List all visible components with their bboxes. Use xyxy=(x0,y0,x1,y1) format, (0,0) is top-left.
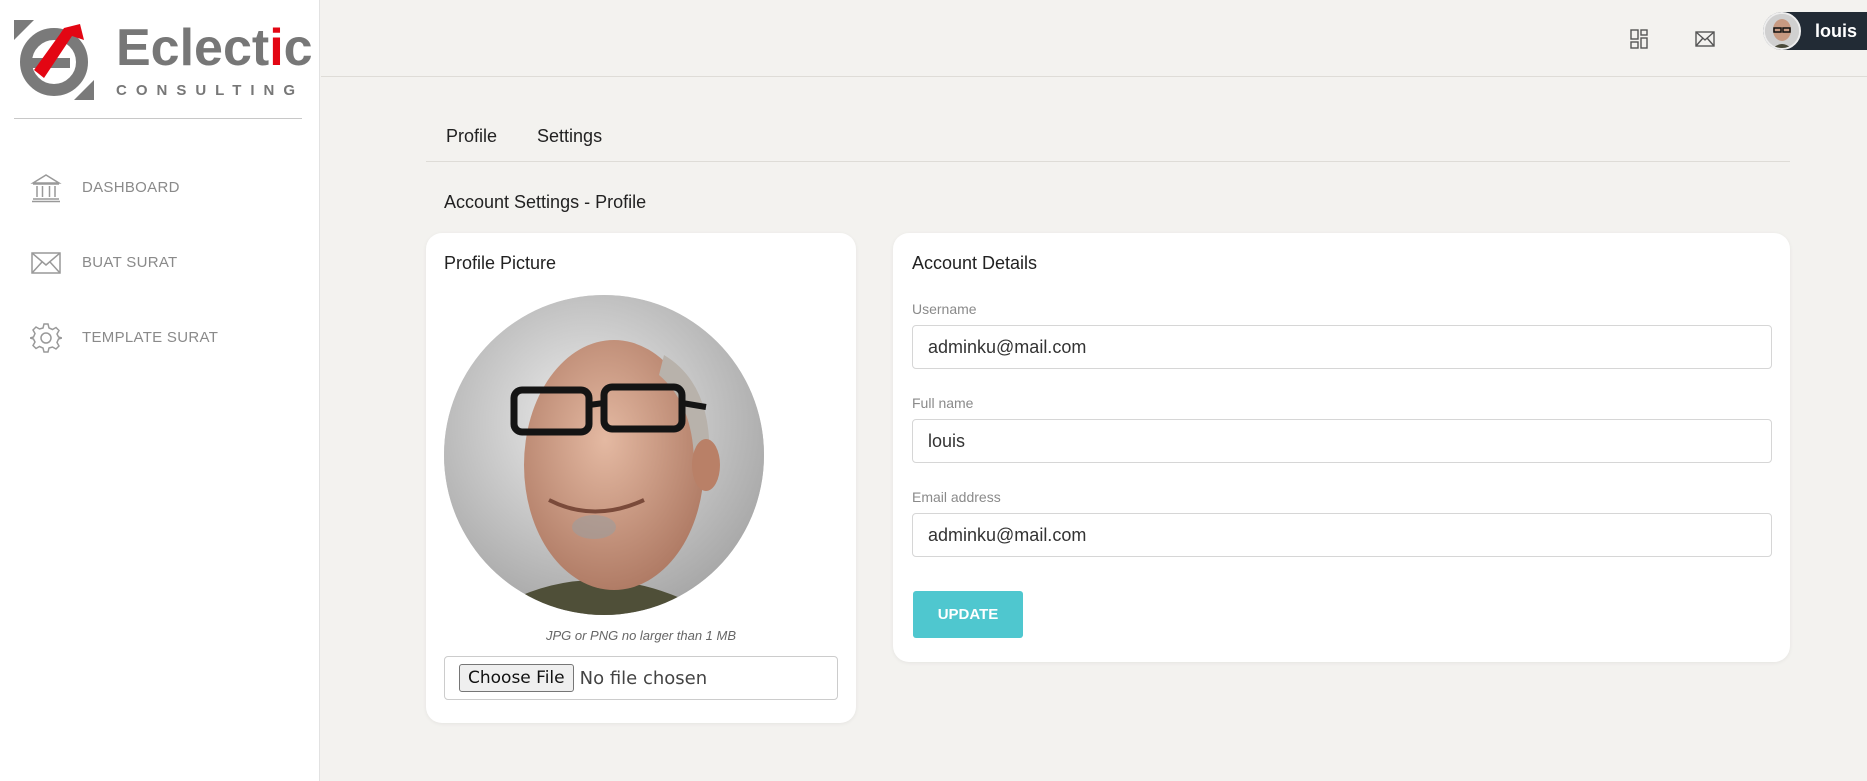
user-menu[interactable]: louis xyxy=(1763,12,1867,50)
email-label: Email address xyxy=(912,489,1001,505)
full-name-field[interactable] xyxy=(912,419,1772,463)
sidebar-nav: DASHBOARD BUAT SURAT TEMPLATE SURAT xyxy=(0,150,320,375)
account-tabs: Profile Settings xyxy=(426,122,1790,162)
sidebar-item-dashboard[interactable]: DASHBOARD xyxy=(0,150,320,225)
card-title: Profile Picture xyxy=(444,253,557,273)
mail-icon xyxy=(30,247,62,279)
file-status-text: No file chosen xyxy=(579,667,708,689)
sidebar-item-template-surat[interactable]: TEMPLATE SURAT xyxy=(0,300,320,375)
username-label: Username xyxy=(912,301,977,317)
logo-mark-icon xyxy=(14,20,94,100)
update-button[interactable]: UPDATE xyxy=(913,591,1023,638)
sidebar-item-label: TEMPLATE SURAT xyxy=(82,329,219,346)
sidebar-divider xyxy=(14,118,302,119)
brand-name: Eclectic xyxy=(116,18,313,77)
bank-icon xyxy=(30,172,62,204)
full-name-label: Full name xyxy=(912,395,974,411)
user-name: louis xyxy=(1815,20,1858,41)
tab-profile[interactable]: Profile xyxy=(426,122,517,160)
sidebar: Eclectic CONSULTING DASHBOARD BUAT SURAT… xyxy=(0,0,320,781)
choose-file-button[interactable]: Choose File xyxy=(459,664,574,692)
email-field[interactable] xyxy=(912,513,1772,557)
profile-picture-file-input[interactable]: Choose File No file chosen xyxy=(444,656,838,700)
tab-settings[interactable]: Settings xyxy=(517,122,622,160)
profile-picture-card: Profile Picture JPG or PNG no larger tha… xyxy=(426,233,856,723)
username-field[interactable] xyxy=(912,325,1772,369)
envelope-icon[interactable] xyxy=(1693,27,1717,51)
upload-hint: JPG or PNG no larger than 1 MB xyxy=(545,628,737,643)
sidebar-item-label: DASHBOARD xyxy=(82,179,180,196)
gear-icon xyxy=(30,322,62,354)
card-title: Account Details xyxy=(912,253,1038,273)
dashboard-icon[interactable] xyxy=(1627,27,1651,51)
sidebar-item-label: BUAT SURAT xyxy=(82,254,178,271)
brand-tagline: CONSULTING xyxy=(116,81,305,99)
page-title: Account Settings - Profile xyxy=(444,192,647,212)
sidebar-item-buat-surat[interactable]: BUAT SURAT xyxy=(0,225,320,300)
account-details-card: Account Details Username Full name Email… xyxy=(893,233,1790,662)
avatar xyxy=(1763,12,1801,50)
brand-logo[interactable]: Eclectic CONSULTING xyxy=(14,18,313,102)
profile-photo xyxy=(444,295,764,615)
